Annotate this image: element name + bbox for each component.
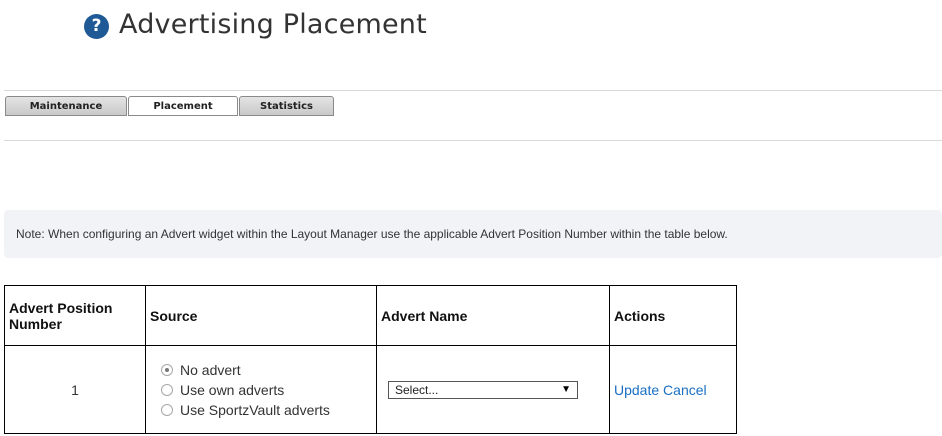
tab-bar: Maintenance Placement Statistics: [5, 96, 335, 116]
actions-cell: Update Cancel: [609, 345, 737, 434]
info-note: Note: When configuring an Advert widget …: [4, 210, 942, 258]
tab-placement[interactable]: Placement: [128, 96, 238, 116]
column-header-source: Source: [145, 285, 377, 346]
tab-maintenance[interactable]: Maintenance: [5, 96, 127, 116]
radio-sportzvault-adverts[interactable]: [161, 403, 173, 416]
advert-name-cell: Select... ▼: [376, 345, 610, 434]
radio-no-advert[interactable]: [161, 363, 173, 376]
source-option-sportzvault-adverts[interactable]: Use SportzVault adverts: [147, 400, 375, 420]
radio-label: Use SportzVault adverts: [180, 401, 330, 418]
divider-bottom: [4, 140, 942, 141]
question-circle-icon[interactable]: ?: [84, 13, 109, 39]
tab-statistics[interactable]: Statistics: [239, 96, 334, 116]
source-option-no-advert[interactable]: No advert: [147, 360, 375, 380]
advert-select[interactable]: Select... ▼: [388, 380, 578, 399]
table-row: 1 No advert Use own adverts Use SportzVa…: [4, 345, 737, 434]
position-number-cell: 1: [4, 345, 146, 434]
table-header-row: Advert Position Number Source Advert Nam…: [4, 285, 737, 346]
column-header-actions: Actions: [609, 285, 737, 346]
divider-top: [4, 90, 942, 91]
page-title: Advertising Placement: [119, 8, 427, 40]
source-option-own-adverts[interactable]: Use own adverts: [147, 380, 375, 400]
advert-select-value: Select...: [395, 382, 439, 397]
radio-label: Use own adverts: [180, 381, 285, 398]
cancel-link[interactable]: Cancel: [663, 382, 707, 398]
radio-label: No advert: [180, 361, 241, 378]
column-header-position: Advert Position Number: [4, 285, 146, 346]
page-header: ? Advertising Placement: [84, 6, 427, 42]
column-header-advert-name: Advert Name: [376, 285, 610, 346]
placement-table: Advert Position Number Source Advert Nam…: [4, 285, 737, 434]
source-cell: No advert Use own adverts Use SportzVaul…: [145, 345, 377, 434]
radio-own-adverts[interactable]: [161, 383, 173, 396]
dropdown-arrow-icon: ▼: [561, 384, 571, 395]
update-link[interactable]: Update: [614, 382, 659, 398]
